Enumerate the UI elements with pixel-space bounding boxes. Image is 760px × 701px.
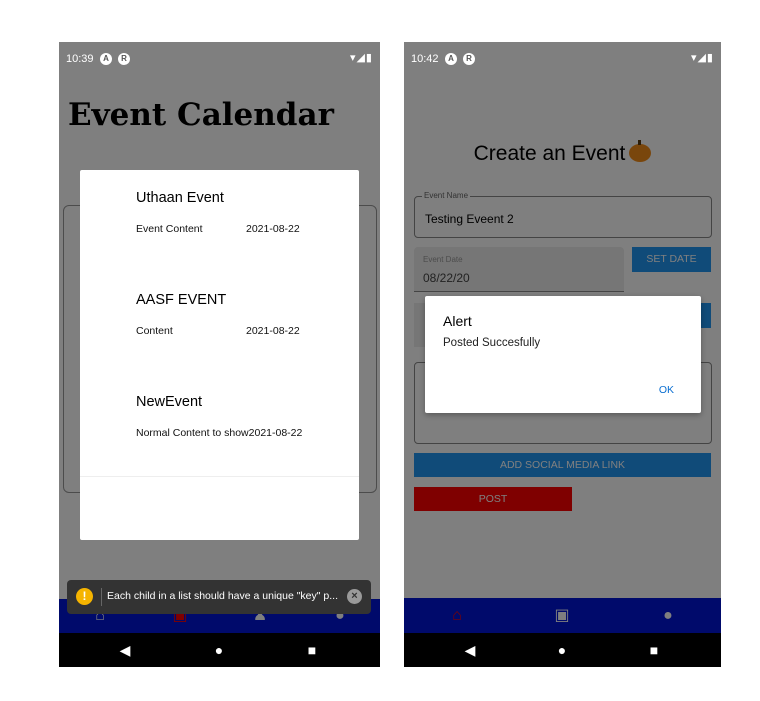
back-icon[interactable]: ◀ [105, 633, 145, 667]
back-icon[interactable]: ◀ [450, 633, 490, 667]
event-date: 2021-08-22 [246, 325, 300, 337]
status-bar: 10:42 A R ▾◢▮ [404, 42, 721, 76]
signal-battery-icon: ▾◢▮ [349, 52, 373, 64]
event-row: Normal Content to show2021-08-22 [136, 427, 302, 439]
alert-dialog: Alert Posted Succesfully OK [425, 296, 701, 413]
event-content: Content [136, 325, 173, 337]
recents-icon[interactable]: ■ [634, 633, 674, 667]
home-button-icon[interactable]: ● [199, 633, 239, 667]
event-content: Normal Content to show [136, 427, 249, 439]
warning-icon: ! [76, 588, 93, 605]
phone-event-calendar: Event Calendar ⌂ ▣ ♟ ● 10:39 A R ▾◢▮ Uth… [59, 42, 380, 667]
toast-divider [101, 588, 102, 606]
event-date: 2021-08-22 [246, 223, 300, 235]
event-content: Event Content [136, 223, 203, 235]
home-button-icon[interactable]: ● [542, 633, 582, 667]
r-icon: R [118, 53, 130, 65]
system-nav-bar: ◀ ● ■ [59, 633, 380, 667]
close-icon[interactable]: × [347, 589, 362, 604]
event-title: AASF EVENT [136, 292, 227, 308]
event-title: NewEvent [136, 394, 203, 410]
signal-battery-icon: ▾◢▮ [690, 52, 714, 64]
a-icon: A [100, 53, 112, 65]
alert-message: Posted Succesfully [443, 337, 541, 349]
event-title: Uthaan Event [136, 190, 224, 206]
event-date: 2021-08-22 [248, 427, 303, 439]
modal-divider [80, 476, 359, 477]
status-time: 10:39 [66, 53, 94, 65]
status-bar: 10:39 A R ▾◢▮ [59, 42, 380, 76]
events-modal: Uthaan Event Event Content 2021-08-22 AA… [80, 170, 359, 540]
alert-title: Alert [443, 313, 472, 329]
recents-icon[interactable]: ■ [292, 633, 332, 667]
phone-create-event: Create an Event Event Name Testing Eveen… [404, 42, 721, 667]
system-nav-bar: ◀ ● ■ [404, 633, 721, 667]
a-icon: A [445, 53, 457, 65]
ok-button[interactable]: OK [659, 384, 674, 396]
warning-toast[interactable]: ! Each child in a list should have a uni… [67, 580, 371, 614]
r-icon: R [463, 53, 475, 65]
status-time: 10:42 [411, 53, 439, 65]
toast-message: Each child in a list should have a uniqu… [107, 590, 339, 602]
